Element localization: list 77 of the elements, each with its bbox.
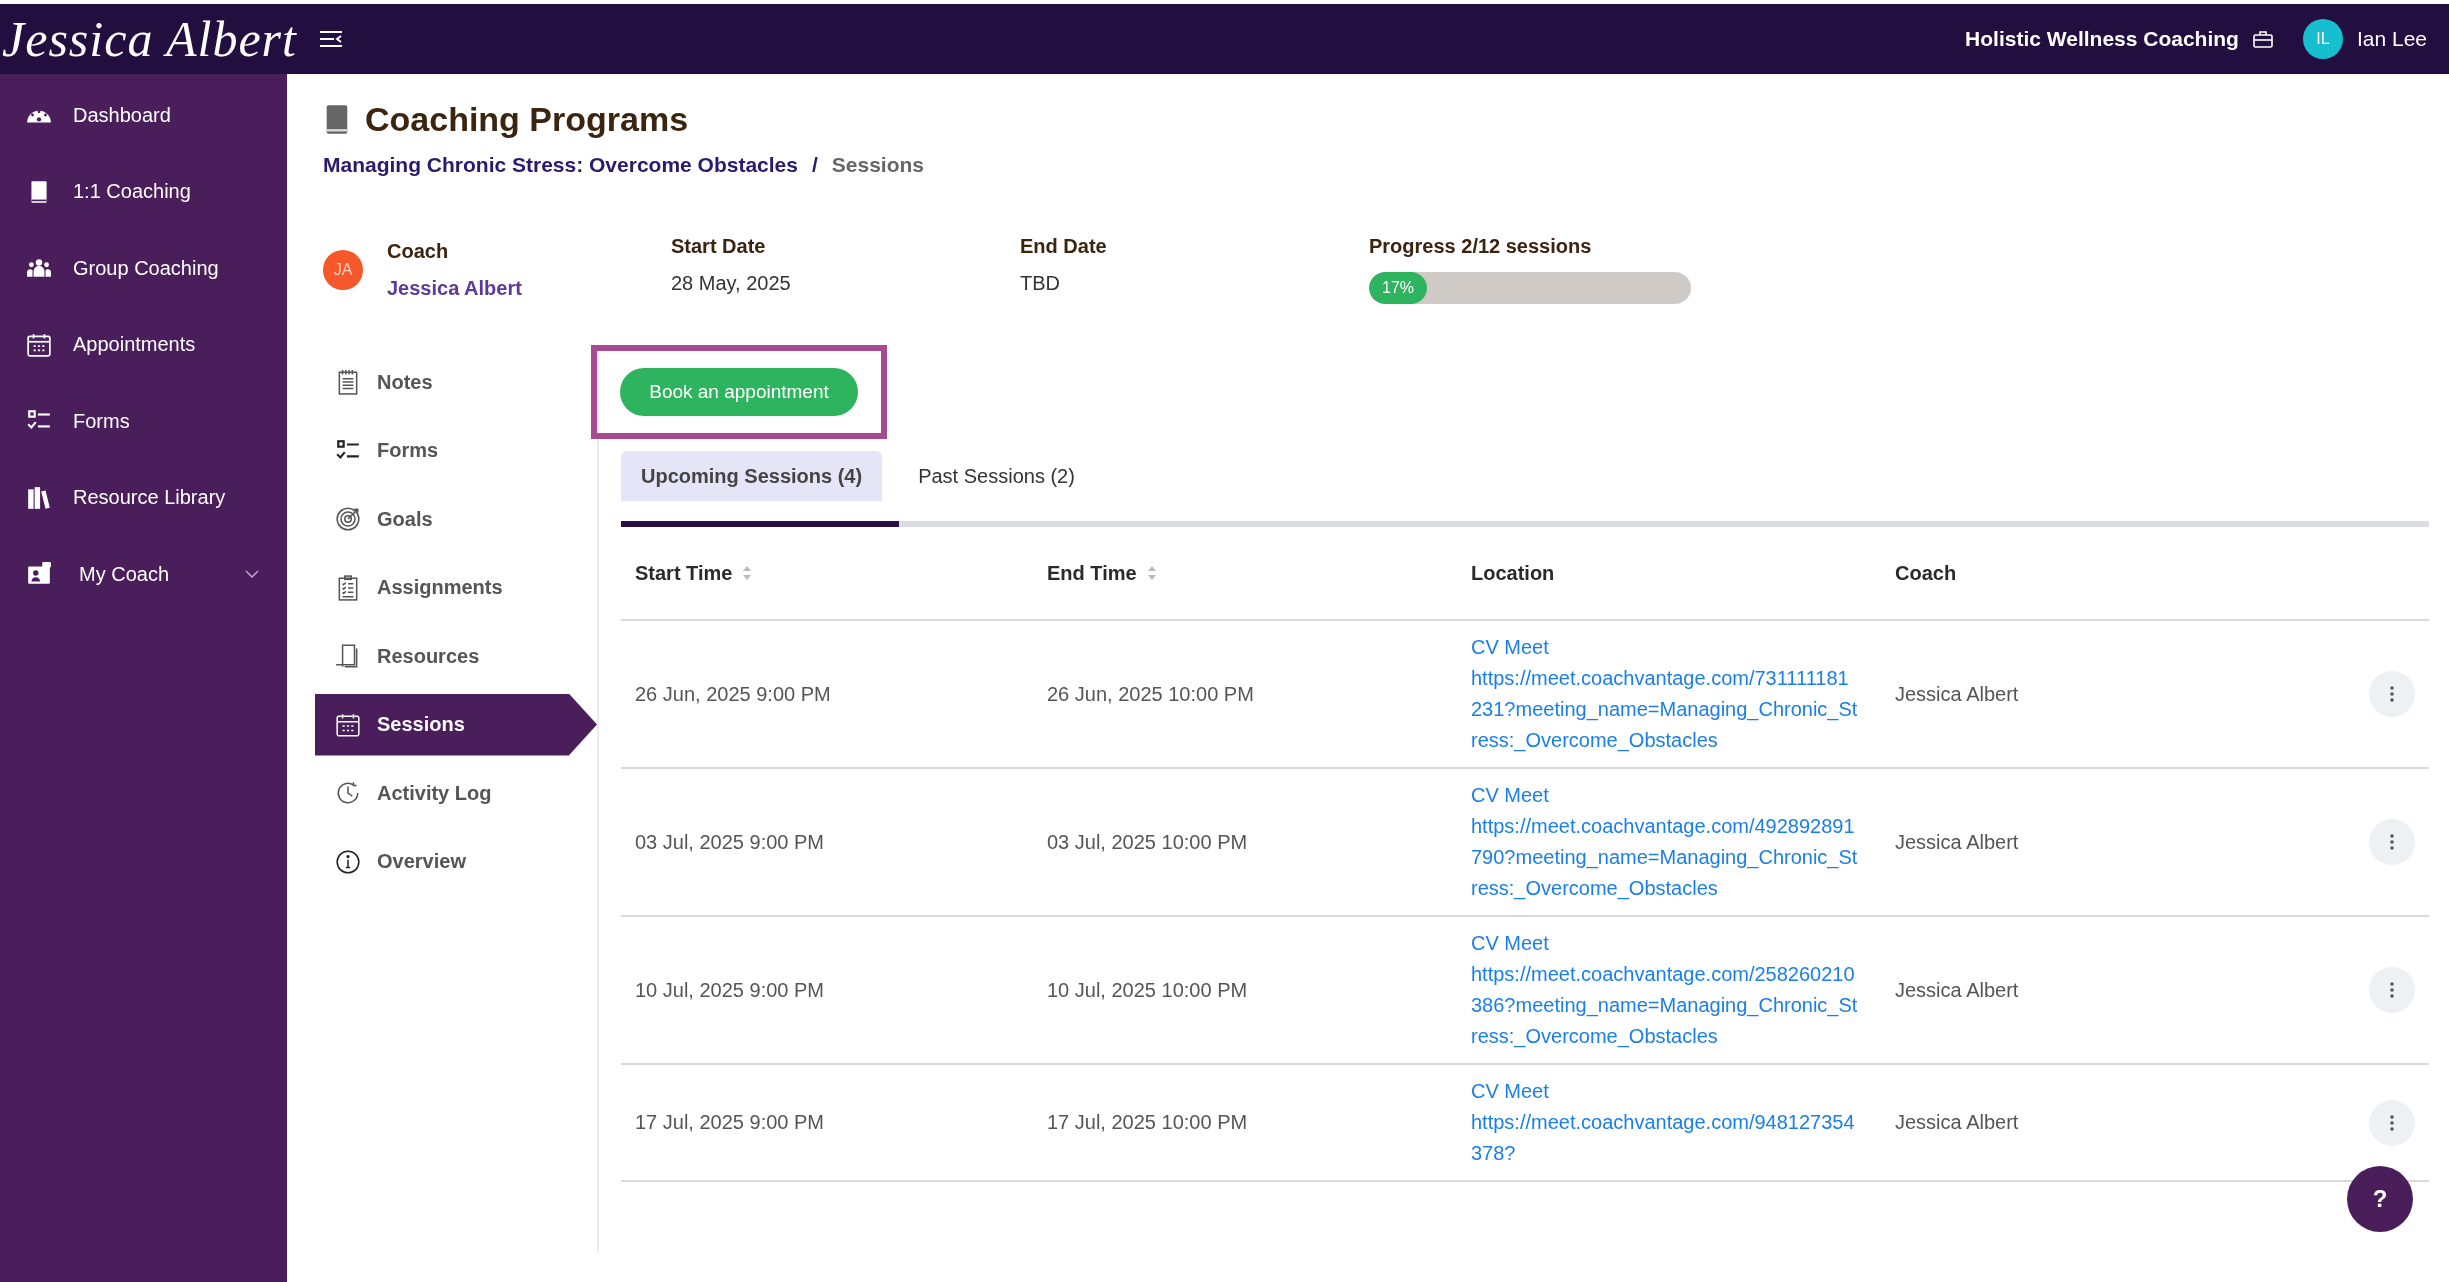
- table-cell: Jessica Albert: [1895, 830, 2019, 853]
- start-date-label: Start Date: [671, 235, 767, 258]
- progress-fill: 17%: [1369, 272, 1427, 304]
- column-header: Location: [1471, 561, 1555, 585]
- table-cell: 26 Jun, 2025 10:00 PM: [1047, 682, 1254, 705]
- user-name[interactable]: Ian Lee: [2356, 27, 2427, 51]
- location-link[interactable]: CV Meet: [1471, 780, 1859, 811]
- logo[interactable]: Jessica Albert: [0, 10, 297, 68]
- target-icon: [335, 506, 361, 532]
- end-date-value: TBD: [1020, 272, 1061, 295]
- sidebar-item[interactable]: Appointments: [0, 306, 287, 383]
- section-nav-item[interactable]: Goals: [315, 488, 577, 550]
- end-date-label: End Date: [1020, 235, 1108, 258]
- more-options-button[interactable]: [2369, 819, 2415, 865]
- breadcrumb-current: Sessions: [831, 153, 925, 177]
- section-nav-item[interactable]: Assignments: [315, 556, 577, 619]
- calendar-icon: [335, 711, 361, 738]
- sort-icon[interactable]: [742, 565, 753, 581]
- more-icon: [2390, 1114, 2394, 1131]
- start-date-value: 28 May, 2025: [671, 272, 792, 295]
- table-cell: 17 Jul, 2025 9:00 PM: [635, 1111, 824, 1133]
- sidebar-item[interactable]: 1:1 Coaching: [0, 153, 287, 230]
- table-cell: 03 Jul, 2025 10:00 PM: [1047, 830, 1248, 853]
- books-icon: [26, 484, 52, 511]
- coach-avatar: JA: [323, 249, 363, 290]
- tab[interactable]: Past Sessions (2): [898, 451, 1095, 501]
- breadcrumb-separator: /: [812, 153, 818, 177]
- location-link[interactable]: CV Meet: [1471, 632, 1859, 663]
- table-cell: Jessica Albert: [1895, 1111, 2019, 1133]
- location-link[interactable]: CV Meet: [1471, 1076, 1859, 1107]
- coach-name-link[interactable]: Jessica Albert: [387, 276, 522, 300]
- help-button[interactable]: ?: [2347, 1166, 2413, 1232]
- table-cell: 10 Jul, 2025 9:00 PM: [635, 978, 824, 1001]
- meeting-link[interactable]: https://meet.coachvantage.com/948127354378?: [1471, 1107, 1859, 1169]
- table-cell: 10 Jul, 2025 10:00 PM: [1047, 978, 1248, 1001]
- sort-icon[interactable]: [1146, 565, 1157, 581]
- more-icon: [2390, 834, 2394, 850]
- section-nav-item[interactable]: Forms: [315, 419, 577, 482]
- column-header: End Time: [1047, 561, 1137, 585]
- sidebar-item[interactable]: Forms: [0, 383, 287, 460]
- tab[interactable]: Upcoming Sessions (4): [621, 451, 883, 501]
- coach-label: Coach: [387, 239, 450, 263]
- table-cell: 03 Jul, 2025 9:00 PM: [635, 830, 824, 853]
- meeting-link[interactable]: https://meet.coachvantage.com/492892891790?meeting_name=Managing_Chronic_Stress:_Overcome_Obstacles: [1471, 811, 1859, 904]
- calendar-icon: [26, 331, 52, 358]
- more-options-button[interactable]: [2369, 1099, 2415, 1146]
- meeting-link[interactable]: https://meet.coachvantage.com/258260210386?meeting_name=Managing_Chronic_Stress:_Overcome_Obstacles: [1471, 959, 1859, 1052]
- section-nav-item[interactable]: Sessions: [315, 693, 597, 756]
- meeting-link[interactable]: https://meet.coachvantage.com/731111181231?meeting_name=Managing_Chronic_Stress:_Overcome_Obstacles: [1471, 663, 1859, 756]
- info-icon: [335, 848, 361, 875]
- more-icon: [2390, 982, 2394, 998]
- sidebar-item[interactable]: Group Coaching: [0, 230, 287, 307]
- menu-icon[interactable]: [318, 29, 343, 49]
- briefcase-icon[interactable]: [2252, 30, 2273, 48]
- organization-name[interactable]: Holistic Wellness Coaching: [1965, 27, 2239, 51]
- more-options-button[interactable]: [2369, 671, 2415, 717]
- section-nav-item[interactable]: Activity Log: [315, 762, 577, 824]
- column-header: Coach: [1895, 561, 1957, 585]
- breadcrumb-link[interactable]: Managing Chronic Stress: Overcome Obstacles: [323, 153, 798, 177]
- chevron-icon[interactable]: [245, 570, 259, 579]
- table-cell: Jessica Albert: [1895, 978, 2019, 1001]
- section-nav-item[interactable]: Notes: [315, 351, 577, 413]
- more-icon: [2390, 686, 2394, 702]
- more-options-button[interactable]: [2369, 967, 2415, 1013]
- sidebar-item[interactable]: My Coach: [0, 536, 287, 613]
- sidebar-item[interactable]: Resource Library: [0, 459, 287, 536]
- sidebar-item[interactable]: Dashboard: [0, 77, 287, 154]
- clock-icon: [335, 780, 361, 806]
- table-cell: 17 Jul, 2025 10:00 PM: [1047, 1111, 1248, 1133]
- page-title: Coaching Programs: [365, 100, 689, 139]
- section-nav-item[interactable]: Overview: [315, 830, 577, 893]
- table-cell: 26 Jun, 2025 9:00 PM: [635, 682, 831, 705]
- progress-label: Progress 2/12 sessions: [1369, 235, 1593, 258]
- column-header: Start Time: [635, 561, 733, 585]
- location-link[interactable]: CV Meet: [1471, 928, 1859, 959]
- section-nav-item[interactable]: Resources: [315, 625, 577, 687]
- table-cell: Jessica Albert: [1895, 682, 2019, 705]
